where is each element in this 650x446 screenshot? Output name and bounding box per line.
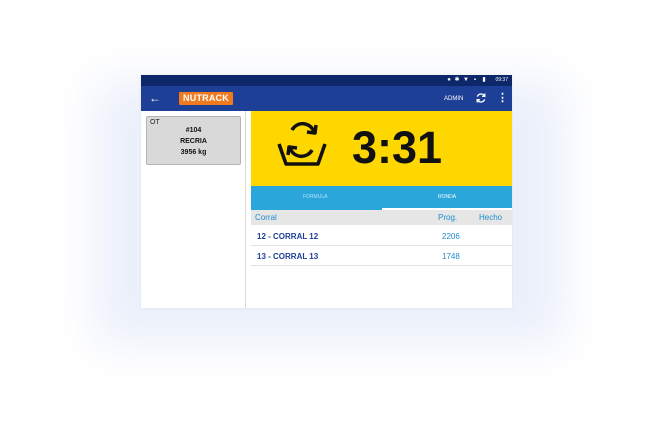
table-row[interactable]: 12 - CORRAL 12 2206 [251, 226, 512, 246]
tab-bar: FORMULA RONDA [251, 186, 512, 210]
row-corral: 13 - CORRAL 13 [257, 252, 319, 261]
tab-ronda[interactable]: RONDA [438, 194, 456, 200]
column-header-prog: Prog. [438, 213, 458, 222]
row-corral: 12 - CORRAL 12 [257, 232, 319, 241]
status-bar: ● ✱ ▼ ▪ ▮ 09:37 [141, 75, 512, 86]
arrow-back-icon[interactable]: ← [149, 91, 161, 105]
column-header-corral: Corral [255, 213, 277, 222]
countdown-timer: 3:31 [352, 122, 443, 173]
wifi-icon: ▼ [463, 77, 469, 83]
order-number: #104 [185, 127, 202, 134]
table-row[interactable]: 13 - CORRAL 13 1748 [251, 246, 512, 266]
order-weight: 3956 kg [180, 149, 207, 156]
brand-logo: NUTRACK [179, 92, 233, 105]
timer-banner: 3:31 [251, 111, 512, 186]
tab-formula[interactable]: FORMULA [303, 194, 327, 200]
battery-icon: ▮ [482, 77, 486, 83]
table-header: Corral Prog. Hecho [251, 210, 512, 225]
order-type: RECRIA [180, 138, 207, 145]
column-header-hecho: Hecho [479, 213, 503, 222]
orders-panel: OT #104 RECRIA 3956 kg [141, 111, 246, 308]
user-label[interactable]: ADMIN [444, 96, 463, 102]
tablet-screen: ● ✱ ▼ ▪ ▮ 09:37 ← NUTRACK ADMIN ⋮ OT #10… [141, 75, 512, 308]
row-prog: 2206 [442, 232, 460, 241]
mixing-wagon-icon [277, 122, 327, 166]
sim-icon: ▪ [473, 77, 477, 83]
order-card[interactable]: OT #104 RECRIA 3956 kg [146, 116, 241, 165]
more-vert-icon[interactable]: ⋮ [497, 92, 508, 104]
app-bar: ← NUTRACK ADMIN ⋮ [141, 86, 512, 111]
status-time: 09:37 [495, 77, 508, 83]
bluetooth-icon: ✱ [454, 77, 460, 83]
location-icon: ● [447, 77, 451, 83]
order-label: OT [150, 119, 160, 126]
refresh-icon[interactable] [475, 92, 487, 104]
row-prog: 1748 [442, 252, 460, 261]
